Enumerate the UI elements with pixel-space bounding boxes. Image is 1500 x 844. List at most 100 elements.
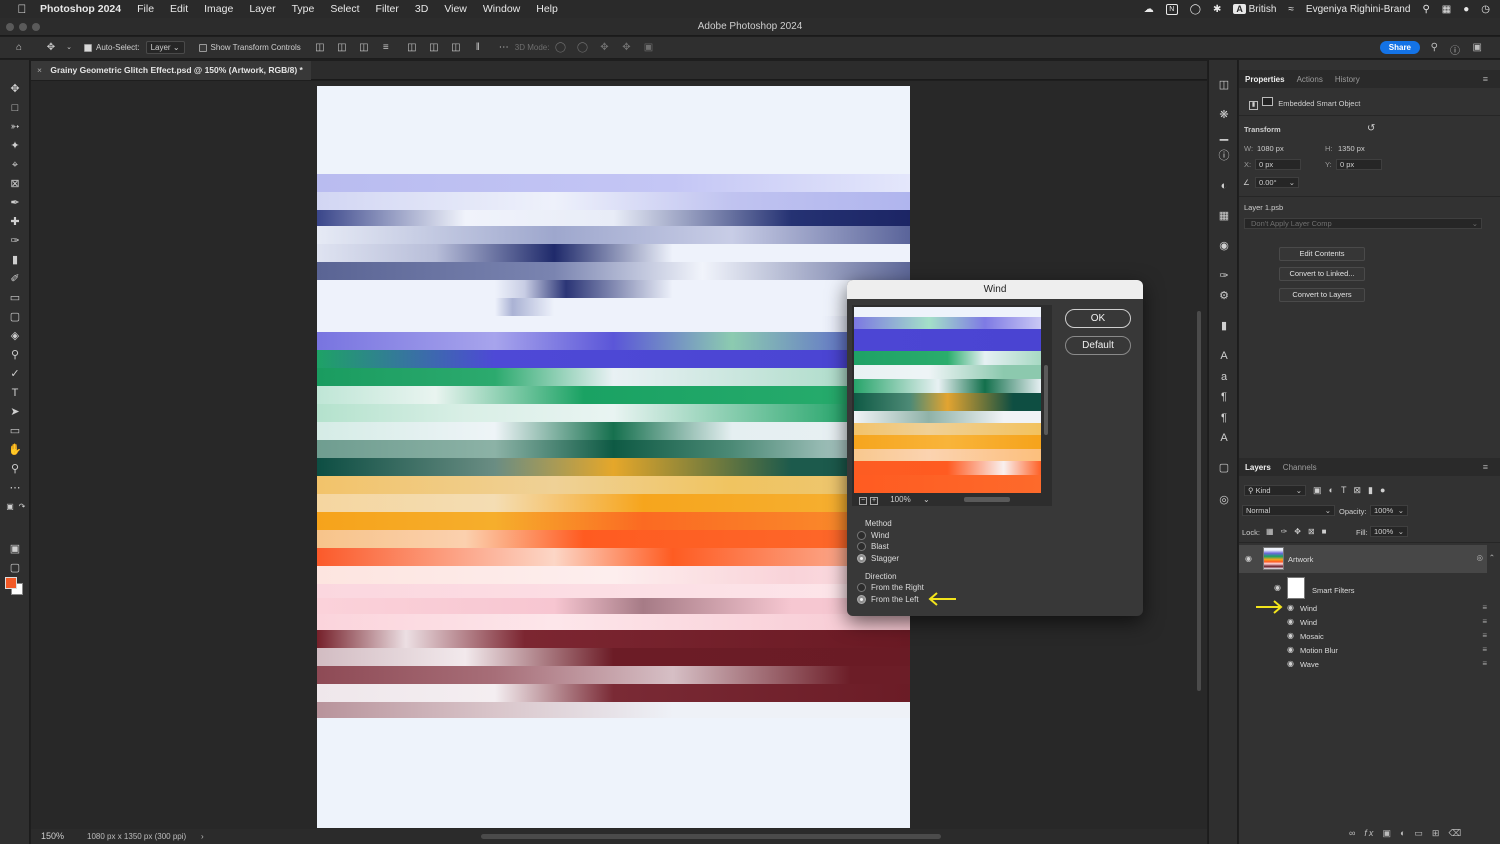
eye-icon[interactable]: ◉ [1287,659,1294,668]
menu-select[interactable]: Select [330,3,359,15]
histogram-icon[interactable]: ▁ [1216,128,1232,142]
tab-actions[interactable]: Actions [1297,75,1323,84]
character-styles-icon[interactable]: A [1216,431,1232,445]
menu-app-name[interactable]: Photoshop 2024 [40,3,121,15]
method-stagger-label[interactable]: Stagger [871,554,899,563]
brushes-icon[interactable]: ✑ [1216,269,1232,283]
filter-row-wind-2[interactable]: ◉ Wind ≡ [1239,615,1487,629]
preview-horizontal-scrollbar[interactable] [964,497,1010,502]
transform-controls-checkbox[interactable] [198,43,207,52]
filter-row-mosaic[interactable]: ◉ Mosaic ≡ [1239,629,1487,643]
method-wind-radio[interactable] [857,531,866,540]
auto-select-checkbox[interactable] [84,43,92,52]
history-brush-icon[interactable]: ✐ [7,272,23,286]
home-icon[interactable]: ⌂ [12,42,26,54]
reset-transform-icon[interactable]: ↺ [1367,123,1375,134]
method-blast-radio[interactable] [857,542,866,551]
dodge-icon[interactable]: ⚲ [7,348,23,362]
stamp-icon[interactable]: ▮ [7,253,23,267]
width-value[interactable]: 1080 px [1257,144,1284,153]
align-bottom-icon[interactable]: ◫ [449,42,463,54]
link-layers-icon[interactable]: ∞ [1349,828,1364,838]
color-icon[interactable]: ❋ [1216,108,1232,122]
preview-zoom-value[interactable]: 100% [890,495,910,504]
add-mask-icon[interactable]: ▣ [1382,828,1400,838]
headphones-icon[interactable]: ◯ [1190,4,1201,15]
height-value[interactable]: 1350 px [1338,144,1365,153]
direction-left-radio[interactable] [857,595,866,604]
menu-type[interactable]: Type [292,3,315,15]
adjustment-filter-icon[interactable]: ◐ [1329,485,1341,495]
pixel-layer-filter-icon[interactable]: ▣ [1313,485,1329,495]
convert-to-layers-button[interactable]: Convert to Layers [1279,288,1365,302]
tab-properties[interactable]: Properties [1245,75,1285,84]
siri-icon[interactable]: ● [1463,4,1469,15]
eye-icon[interactable]: ◉ [1274,583,1281,592]
panel-menu-icon[interactable]: ≡ [1483,74,1488,84]
document-info[interactable]: 1080 px x 1350 px (300 ppi) [87,829,186,844]
align-center-icon[interactable]: ◫ [335,42,349,54]
n-app-icon[interactable]: N [1165,3,1178,15]
brush-icon[interactable]: ✑ [7,234,23,248]
filter-row-motion-blur[interactable]: ◉ Motion Blur ≡ [1239,643,1487,657]
foreground-color-swatch[interactable] [5,577,17,589]
control-center-icon[interactable]: ▦ [1442,4,1451,15]
lock-artboard-icon[interactable]: ⊠ [1308,527,1322,536]
minimize-window-button[interactable] [19,23,27,31]
smart-filters-row[interactable]: ◉ Smart Filters [1239,575,1487,602]
menu-help[interactable]: Help [536,3,558,15]
lasso-icon[interactable]: ➳ [7,120,23,134]
gradients-icon[interactable]: ▢ [1216,461,1232,475]
clone-source-icon[interactable]: ▮ [1216,319,1232,333]
tab-channels[interactable]: Channels [1283,463,1317,472]
menu-layer[interactable]: Layer [249,3,275,15]
opacity-field[interactable]: 100% ⌄ [1370,505,1408,516]
new-layer-icon[interactable]: ⊞ [1432,828,1449,838]
document-tab[interactable]: × Grainy Geometric Glitch Effect.psd @ 1… [31,61,311,80]
layer-artwork[interactable]: ◉ Artwork ◎ ⌃ [1239,545,1495,573]
eye-icon[interactable]: ◉ [1287,617,1294,626]
menu-image[interactable]: Image [204,3,233,15]
grid-icon[interactable]: ▦ [1216,209,1232,223]
hand-icon[interactable]: ✋ [7,443,23,457]
method-blast-label[interactable]: Blast [871,542,889,551]
shape-filter-icon[interactable]: ⊠ [1353,485,1368,495]
menu-file[interactable]: File [137,3,154,15]
user-name[interactable]: Evgeniya Righini-Brand [1306,4,1411,15]
method-stagger-radio[interactable] [857,554,866,563]
angle-field[interactable]: 0.00° ⌄ [1255,177,1299,188]
eyedropper-icon[interactable]: ✒ [7,196,23,210]
tab-history[interactable]: History [1335,75,1360,84]
blur-icon[interactable]: ◈ [7,329,23,343]
rectangle-icon[interactable]: ▭ [7,424,23,438]
horizontal-scrollbar[interactable] [481,834,941,839]
eye-icon[interactable]: ◉ [1287,645,1294,654]
healing-brush-icon[interactable]: ✚ [7,215,23,229]
more-options-icon[interactable]: ⋯ [497,42,511,54]
share-button[interactable]: Share [1379,41,1420,54]
marquee-icon[interactable]: □ [7,101,23,115]
lock-image-icon[interactable]: ✑ [1281,527,1295,536]
panel-menu-icon[interactable]: ≡ [1483,462,1488,472]
artwork-canvas[interactable] [317,86,910,828]
direction-right-label[interactable]: From the Right [871,583,924,592]
magic-wand-icon[interactable]: ✦ [7,139,23,153]
menu-3d[interactable]: 3D [415,3,428,15]
tab-layers[interactable]: Layers [1245,463,1271,472]
chevron-down-icon[interactable]: ⌄ [66,42,72,54]
distribute-icon[interactable]: ≡ [379,42,393,54]
vertical-scrollbar[interactable] [1197,311,1201,691]
layer-comp-select[interactable]: Don't Apply Layer Comp ⌄ [1244,218,1482,229]
paragraph-styles-icon[interactable]: ¶ [1216,411,1232,425]
trash-icon[interactable]: ⌫ [1448,828,1470,838]
libraries-icon[interactable]: ◫ [1216,78,1232,92]
fx-icon[interactable]: fx [1364,828,1375,838]
frame-icon[interactable]: ⊠ [7,177,23,191]
eye-icon[interactable]: ◉ [1287,631,1294,640]
method-wind-label[interactable]: Wind [871,531,889,540]
clock-icon[interactable]: ◷ [1481,4,1490,15]
menu-window[interactable]: Window [483,3,520,15]
fill-field[interactable]: 100% ⌄ [1370,526,1408,537]
lock-transparent-icon[interactable]: ▦ [1266,527,1281,536]
character-icon[interactable]: A [1216,349,1232,363]
